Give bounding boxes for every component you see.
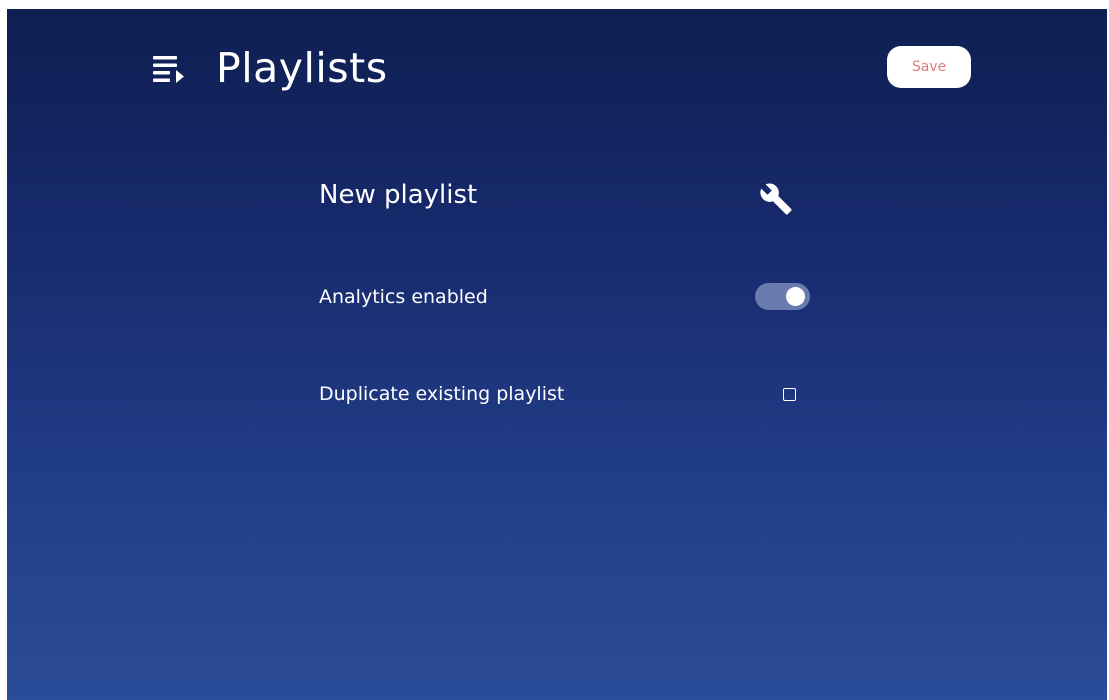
toggle-knob: [786, 287, 805, 306]
page-title: Playlists: [216, 44, 388, 92]
analytics-toggle[interactable]: [755, 283, 810, 310]
new-playlist-label: New playlist: [319, 180, 478, 210]
duplicate-checkbox[interactable]: [783, 388, 796, 401]
duplicate-label: Duplicate existing playlist: [319, 383, 565, 405]
playlists-screen: Playlists Save New playlist Analytics en…: [7, 9, 1107, 700]
analytics-label: Analytics enabled: [319, 286, 488, 308]
wrench-icon[interactable]: [759, 182, 793, 216]
save-button[interactable]: Save: [887, 46, 971, 88]
playlist-icon: [153, 56, 184, 83]
